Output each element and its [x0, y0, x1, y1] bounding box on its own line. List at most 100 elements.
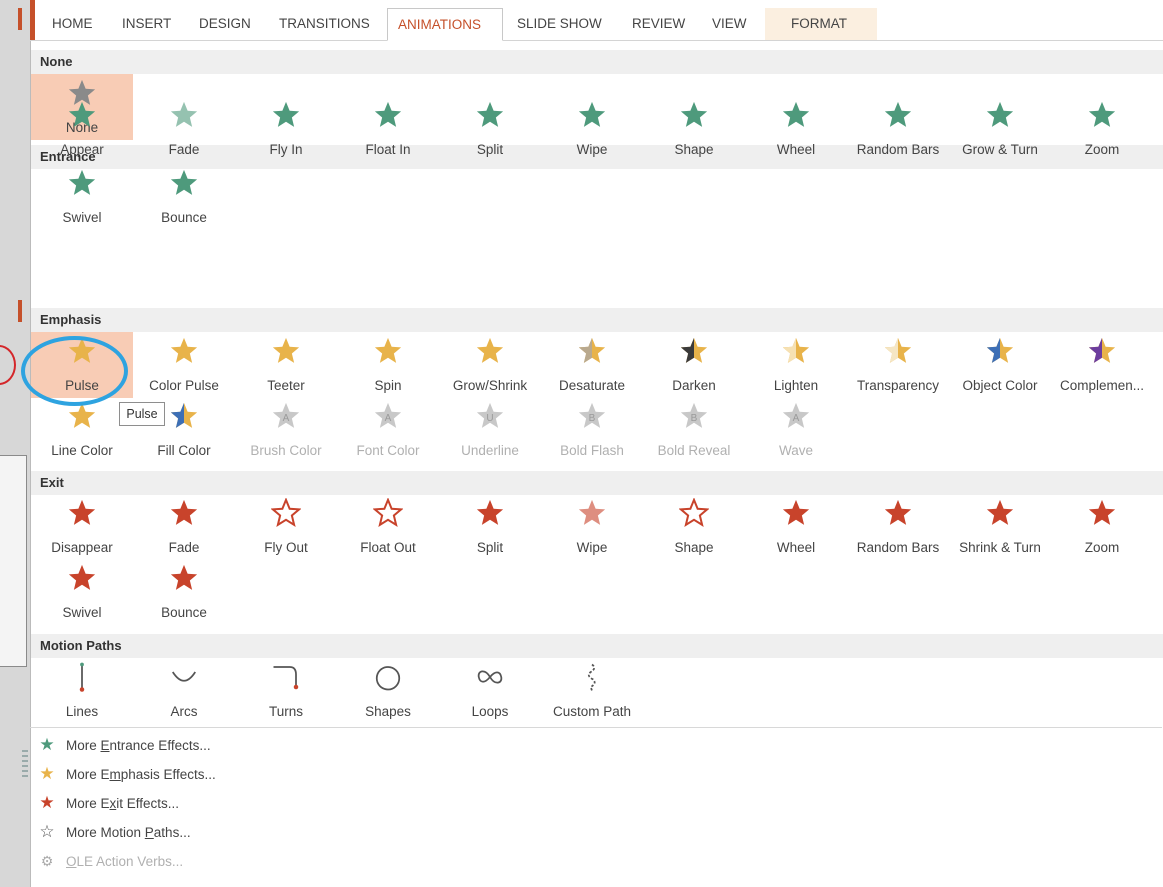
effect-exit-fade[interactable]: Fade	[133, 494, 235, 560]
effect-label: Disappear	[51, 540, 113, 555]
effect-exit-random-bars[interactable]: Random Bars	[847, 494, 949, 560]
effect-exit-swivel[interactable]: Swivel	[31, 559, 133, 625]
bounce-star-icon	[133, 168, 235, 198]
split-star-icon	[439, 100, 541, 130]
effect-exit-bounce[interactable]: Bounce	[133, 559, 235, 625]
effect-emphasis-transparency[interactable]: Transparency	[847, 332, 949, 398]
effect-exit-shrink-turn[interactable]: Shrink & Turn	[949, 494, 1051, 560]
effect-emphasis-desaturate[interactable]: Desaturate	[541, 332, 643, 398]
effect-emphasis-darken[interactable]: Darken	[643, 332, 745, 398]
effect-label: Lines	[65, 704, 99, 719]
effect-entrance-random-bars[interactable]: Random Bars	[847, 96, 949, 162]
effect-exit-fly-out[interactable]: Fly Out	[235, 494, 337, 560]
svg-text:U: U	[486, 413, 493, 424]
effect-motion-lines[interactable]: Lines	[31, 658, 133, 724]
loop-path-icon	[439, 662, 541, 692]
effect-emphasis-object-color[interactable]: Object Color	[949, 332, 1051, 398]
more-link-0[interactable]: ★ More Entrance Effects...	[36, 731, 210, 759]
effect-label: Shrink & Turn	[959, 540, 1041, 555]
pulse-tooltip: Pulse	[119, 402, 165, 426]
effect-entrance-fade[interactable]: Fade	[133, 96, 235, 162]
effect-motion-loops[interactable]: Loops	[439, 658, 541, 724]
effect-motion-arcs[interactable]: Arcs	[133, 658, 235, 724]
effect-entrance-shape[interactable]: Shape	[643, 96, 745, 162]
teeter-star-icon	[235, 336, 337, 366]
effect-label: Bounce	[161, 210, 207, 225]
effect-emphasis-color-pulse[interactable]: Color Pulse	[133, 332, 235, 398]
fly-in-star-icon	[235, 100, 337, 130]
tab-format[interactable]: FORMAT	[765, 8, 877, 40]
backdrop-accent	[18, 300, 22, 322]
fade-star-icon	[133, 100, 235, 130]
effect-label: Split	[476, 540, 504, 555]
tab-design[interactable]: DESIGN	[189, 8, 261, 40]
tab-insert[interactable]: INSERT	[112, 8, 181, 40]
effect-label: Spin	[374, 378, 402, 393]
more-link-2[interactable]: ★ More Exit Effects...	[36, 789, 179, 817]
effect-label: Darken	[672, 378, 716, 393]
effect-exit-float-out[interactable]: Float Out	[337, 494, 439, 560]
swivel-out-star-icon	[31, 563, 133, 593]
effect-label: Shapes	[365, 704, 411, 719]
tab-view[interactable]: VIEW	[702, 8, 757, 40]
effect-exit-shape[interactable]: Shape	[643, 494, 745, 560]
effect-label: Random Bars	[856, 540, 940, 555]
tab-home[interactable]: HOME	[42, 8, 103, 40]
arc-path-icon	[133, 662, 235, 692]
effect-emphasis-line-color[interactable]: Line Color	[31, 397, 133, 463]
float-out-star-icon	[337, 498, 439, 528]
effect-entrance-swivel[interactable]: Swivel	[31, 164, 133, 230]
effect-label: Loops	[471, 704, 509, 719]
section-header-emphasis: Emphasis	[31, 308, 1163, 332]
effect-label: Color Pulse	[149, 378, 219, 393]
tab-transitions[interactable]: TRANSITIONS	[269, 8, 380, 40]
effect-motion-turns[interactable]: Turns	[235, 658, 337, 724]
shape-star-icon	[643, 100, 745, 130]
more-link-3[interactable]: ☆ More Motion Paths...	[36, 818, 190, 846]
effect-entrance-wheel[interactable]: Wheel	[745, 96, 847, 162]
effect-entrance-fly-in[interactable]: Fly In	[235, 96, 337, 162]
effect-label: Bounce	[161, 605, 207, 620]
effect-label: Float Out	[360, 540, 416, 555]
effect-exit-disappear[interactable]: Disappear	[31, 494, 133, 560]
effect-emphasis-spin[interactable]: Spin	[337, 332, 439, 398]
effect-label: Float In	[365, 142, 411, 157]
pulse-highlight-circle	[21, 336, 128, 406]
effect-motion-shapes[interactable]: Shapes	[337, 658, 439, 724]
more-link-1[interactable]: ★ More Emphasis Effects...	[36, 760, 215, 788]
effect-motion-custom-path[interactable]: Custom Path	[541, 658, 643, 724]
effect-label: Wheel	[776, 540, 816, 555]
effect-entrance-appear[interactable]: Appear	[31, 96, 133, 162]
bold-reveal-star-icon: B	[643, 401, 745, 431]
color-pulse-star-icon	[133, 336, 235, 366]
shape-out-star-icon	[643, 498, 745, 528]
effect-label: Fade	[168, 540, 200, 555]
effect-entrance-grow-turn[interactable]: Grow & Turn	[949, 96, 1051, 162]
effect-entrance-bounce[interactable]: Bounce	[133, 164, 235, 230]
tab-review[interactable]: REVIEW	[622, 8, 695, 40]
backdrop-ruler	[22, 750, 28, 780]
effect-emphasis-lighten[interactable]: Lighten	[745, 332, 847, 398]
effect-label: Fade	[168, 142, 200, 157]
effect-emphasis-wave: A Wave	[745, 397, 847, 463]
effect-entrance-split[interactable]: Split	[439, 96, 541, 162]
effect-entrance-zoom[interactable]: Zoom	[1051, 96, 1153, 162]
effect-label: Grow & Turn	[962, 142, 1038, 157]
effect-exit-wipe[interactable]: Wipe	[541, 494, 643, 560]
wipe-out-star-icon	[541, 498, 643, 528]
effect-exit-zoom[interactable]: Zoom	[1051, 494, 1153, 560]
tab-animations[interactable]: ANIMATIONS	[387, 8, 503, 41]
effect-emphasis-teeter[interactable]: Teeter	[235, 332, 337, 398]
effect-label: Swivel	[62, 605, 102, 620]
effect-emphasis-complemen[interactable]: Complemen...	[1051, 332, 1153, 398]
effect-entrance-float-in[interactable]: Float In	[337, 96, 439, 162]
tab-slide-show[interactable]: SLIDE SHOW	[507, 8, 612, 40]
effect-exit-split[interactable]: Split	[439, 494, 541, 560]
effect-emphasis-grow-shrink[interactable]: Grow/Shrink	[439, 332, 541, 398]
effect-emphasis-bold-reveal: B Bold Reveal	[643, 397, 745, 463]
effect-label: Teeter	[267, 378, 305, 393]
backdrop-slide-thumbnail	[0, 455, 27, 667]
effect-exit-wheel[interactable]: Wheel	[745, 494, 847, 560]
effect-entrance-wipe[interactable]: Wipe	[541, 96, 643, 162]
fly-out-star-icon	[235, 498, 337, 528]
